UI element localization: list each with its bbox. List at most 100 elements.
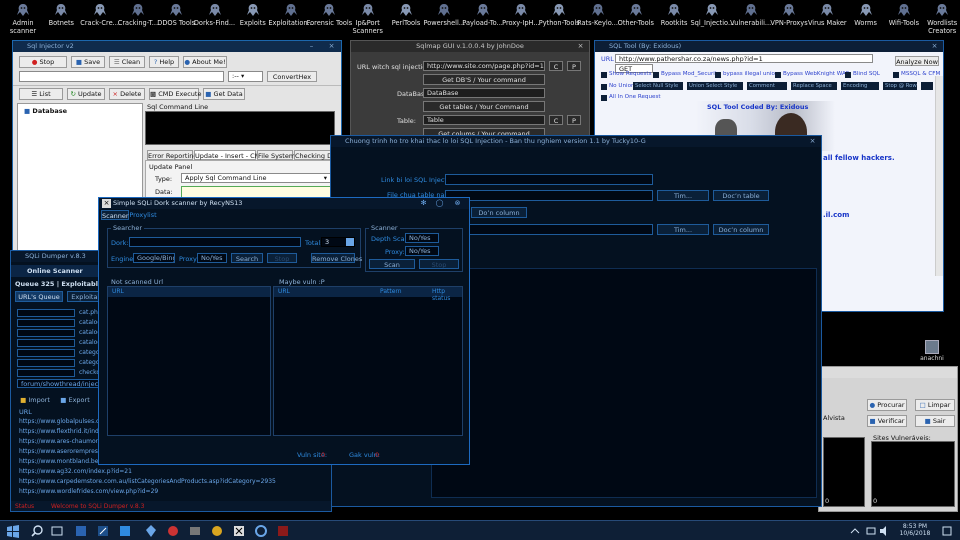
queue-field[interactable] — [17, 359, 75, 367]
stepper-icon[interactable] — [346, 238, 354, 246]
tim-button[interactable]: Tim... — [657, 190, 709, 201]
settings-button[interactable]: ✻ — [418, 199, 429, 208]
all-in-one-checkbox[interactable] — [601, 95, 607, 101]
about-button[interactable]: ● About Me! — [183, 56, 227, 68]
minimize-button[interactable]: ◯ — [434, 199, 445, 208]
c-button-2[interactable]: C — [549, 115, 563, 125]
update-button[interactable]: ↻ Update — [67, 88, 105, 100]
procurar-button[interactable]: ● Procurar — [867, 399, 907, 411]
option-checkbox[interactable] — [893, 72, 899, 78]
tray-volume-icon[interactable] — [878, 524, 892, 538]
taskbar-app-9-icon[interactable] — [254, 524, 268, 538]
option-select[interactable]: Replace Space — [791, 82, 837, 90]
import-button[interactable]: ■ Import — [17, 395, 53, 405]
list-button[interactable]: ☰ List — [19, 88, 63, 100]
close-button[interactable]: × — [326, 42, 337, 51]
option-checkbox[interactable] — [601, 72, 607, 78]
not-scanned-list[interactable] — [107, 286, 271, 436]
tray-network-icon[interactable] — [864, 524, 878, 538]
path-field[interactable]: forum/showthread/injection/dork — [17, 379, 107, 388]
windows-start-icon[interactable] — [6, 524, 20, 538]
doc-table-button[interactable]: Doc’n table — [713, 190, 769, 201]
title-bar[interactable] — [819, 367, 957, 378]
close-button[interactable]: × — [929, 42, 940, 51]
delete-button[interactable]: × Delete — [109, 88, 145, 100]
desktop-icon[interactable]: Wordlists Creators — [919, 3, 960, 35]
encoding-select[interactable]: :-- ▾ — [228, 71, 263, 82]
tab-urls-queue[interactable]: URL's Queue — [15, 291, 63, 302]
remove-clones-button[interactable]: Remove Clones — [311, 253, 362, 263]
total-stepper[interactable]: 3 — [321, 237, 355, 247]
taskbar-app-1-icon[interactable] — [74, 524, 88, 538]
taskbar-app-6-icon[interactable] — [188, 524, 202, 538]
link-input[interactable] — [445, 174, 653, 185]
title-bar[interactable]: Chuong trinh ho tro khai thac lo loi SQL… — [331, 136, 821, 147]
queue-field[interactable] — [17, 339, 75, 347]
close-button[interactable]: × — [807, 137, 818, 146]
option-select[interactable]: Select Null Style — [633, 82, 683, 90]
depth-scan-select[interactable]: No/Yes — [405, 233, 439, 243]
option-select[interactable]: Comment — [747, 82, 787, 90]
option-select[interactable]: Encoding — [841, 82, 879, 90]
task-view-icon[interactable] — [50, 524, 64, 538]
do-column-button[interactable]: Do’n column — [471, 207, 527, 218]
stop-button[interactable]: Stop — [267, 253, 297, 263]
export-button[interactable]: ■ Export — [57, 395, 93, 405]
file-input[interactable] — [445, 190, 653, 201]
queue-field[interactable] — [17, 369, 75, 377]
tab-1[interactable]: Update - Insert - CMD — [194, 150, 265, 160]
clean-button[interactable]: ☰ Clean — [109, 56, 145, 68]
minimize-button[interactable]: – — [306, 42, 317, 51]
option-select[interactable]: Stop @ Row — [883, 82, 917, 90]
title-bar[interactable]: × Simple SQLi Dork scanner by RecyNS13 ✻… — [99, 198, 469, 209]
title-bar[interactable]: SQL Tool (By: Exidous) × — [595, 41, 943, 52]
tab-scanner[interactable]: Scanner — [101, 210, 129, 220]
taskbar-app-7-icon[interactable] — [210, 524, 224, 538]
sql-command-textarea[interactable] — [145, 111, 335, 145]
tab-0[interactable]: Error Reporting — [147, 150, 198, 160]
get-data-button[interactable]: ■ Get Data — [203, 88, 245, 100]
p-button[interactable]: P — [567, 61, 581, 71]
database-input[interactable]: DataBase — [423, 88, 545, 98]
no-union-checkbox[interactable] — [601, 84, 607, 90]
cmd-execute-button[interactable]: ▩ CMD Execute — [149, 88, 201, 100]
scanner-stop-button[interactable]: Stop — [419, 259, 459, 269]
help-button[interactable]: ? Help — [149, 56, 179, 68]
sqlmap-gui-window[interactable]: Sqlmap GUI v.1.0.0.4 by JohnDoe × URL wi… — [350, 40, 590, 140]
queue-field[interactable] — [17, 349, 75, 357]
notification-icon[interactable] — [940, 524, 954, 538]
queue-field[interactable] — [17, 319, 75, 327]
taskbar-app-10-icon[interactable] — [276, 524, 290, 538]
close-button[interactable]: × — [575, 42, 586, 51]
taskbar-app-5-icon[interactable] — [166, 524, 180, 538]
sair-button[interactable]: ■ Sair — [915, 415, 955, 427]
anachni-desktop-icon[interactable]: anachni — [912, 340, 952, 362]
search-button[interactable]: Search — [231, 253, 263, 263]
dork-input[interactable] — [129, 237, 301, 247]
site-scanner-window[interactable]: Alvista ● Procurar □ Limpar ■ Verificar … — [818, 366, 958, 512]
option-select[interactable]: Union Select Style — [687, 82, 743, 90]
option-checkbox[interactable] — [845, 72, 851, 78]
url-input[interactable] — [19, 71, 224, 82]
tab-2[interactable]: File System — [257, 150, 295, 160]
queue-field[interactable] — [17, 329, 75, 337]
scrollbar[interactable] — [935, 76, 943, 276]
analyze-now-button[interactable]: Analyze Now — [895, 56, 939, 66]
scan-button[interactable]: Scan — [369, 259, 415, 269]
taskbar-app-3-icon[interactable] — [118, 524, 132, 538]
dork-scanner-window[interactable]: × Simple SQLi Dork scanner by RecyNS13 ✻… — [98, 197, 470, 465]
title-bar[interactable]: Sql Injector v2 – × — [13, 41, 341, 52]
taskbar-app-4-icon[interactable] — [144, 524, 158, 538]
title-bar[interactable]: Sqlmap GUI v.1.0.0.4 by JohnDoe × — [351, 41, 589, 52]
url-input[interactable]: http://www.site.com/page.php?id=1 — [423, 61, 545, 71]
tab-3[interactable]: Checking Data — [294, 150, 341, 160]
get-tables-button[interactable]: Get tables / Your Command — [423, 101, 545, 112]
taskbar-app-2-icon[interactable] — [96, 524, 110, 538]
doc-column-button[interactable]: Doc’n column — [713, 224, 769, 235]
stop-button[interactable]: ● Stop — [19, 56, 67, 68]
tray-chevron-icon[interactable] — [848, 524, 862, 538]
row-stepper[interactable] — [921, 82, 933, 90]
results-area[interactable] — [431, 268, 817, 498]
type-select[interactable]: Apply Sql Command Line ▾ — [181, 173, 331, 183]
tray-clock[interactable]: 8:53 PM 10/6/2018 — [898, 523, 932, 537]
